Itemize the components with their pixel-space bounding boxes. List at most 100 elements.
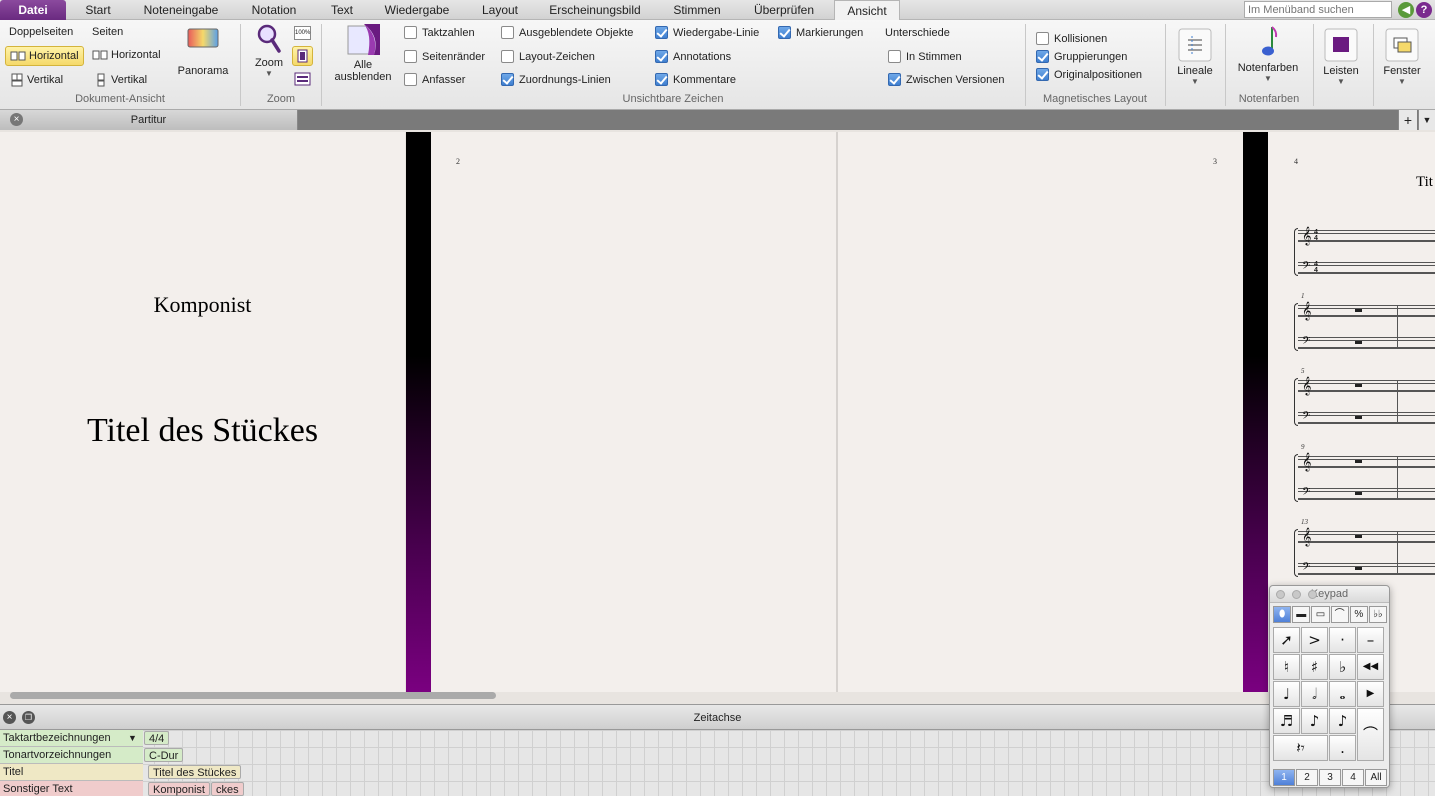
tab-review[interactable]: Überprüfen (744, 0, 824, 20)
close-timeline-icon[interactable]: × (3, 711, 16, 724)
zoom-button[interactable]: Zoom ▼ (250, 24, 288, 78)
keypad-layout-3[interactable]: 3 (1319, 769, 1341, 786)
checkbox-comments[interactable]: Kommentare (655, 73, 736, 86)
fit-page-button[interactable] (292, 46, 313, 66)
timeline-options-icon[interactable]: ❐ (22, 711, 35, 724)
keypad-sharp-icon[interactable]: ♯ (1301, 654, 1328, 680)
checkbox-hidden-objects[interactable]: Ausgeblendete Objekte (501, 26, 633, 39)
keypad-panel[interactable]: Keypad ⬮ ▬ ▭ ⌒ % ♭♭ ➚ > · – ♮ ♯ ♭ ◀◀ ♩ 𝅗… (1269, 585, 1390, 788)
score-system[interactable]: 5 𝄞 𝄢 (1294, 367, 1435, 430)
checkbox-groupings[interactable]: Gruppierungen (1036, 50, 1127, 63)
keypad-tab-ties-icon[interactable]: ⌒ (1330, 606, 1349, 623)
timeline-chip-text-fragment[interactable]: ckes (211, 782, 244, 796)
score-system[interactable]: 13 𝄞 𝄢 (1294, 518, 1435, 581)
keypad-accent-icon[interactable]: > (1301, 627, 1328, 653)
score-system[interactable]: 𝄞 𝄢 44 44 (1294, 228, 1435, 278)
zoom-100-percent-icon[interactable]: 100% (294, 26, 311, 40)
tab-view[interactable]: Ansicht (834, 0, 900, 21)
keypad-tab-notes-icon[interactable]: ⬮ (1273, 606, 1292, 623)
keypad-quarter-note-icon[interactable]: ♩ (1273, 681, 1300, 707)
keypad-staccato-icon[interactable]: · (1329, 627, 1356, 653)
keypad-layout-1[interactable]: 1 (1273, 769, 1295, 786)
timeline-panel[interactable]: Taktartbezeichnungen ▼ Tonartvorzeichnun… (0, 730, 1435, 796)
score-page-3[interactable]: 3 (838, 132, 1243, 692)
checkbox-playback-line[interactable]: Wiedergabe-Linie (655, 26, 759, 39)
tab-playback[interactable]: Wiedergabe (377, 0, 457, 20)
checkbox-annotations[interactable]: Annotations (655, 50, 731, 63)
score-system[interactable]: 9 𝄞 𝄢 (1294, 443, 1435, 506)
checkbox-handles[interactable]: Anfasser (404, 73, 465, 86)
checkbox-collisions[interactable]: Kollisionen (1036, 32, 1107, 45)
keypad-half-note-icon[interactable]: 𝅗𝅥 (1301, 681, 1328, 707)
keypad-titlebar[interactable]: Keypad (1270, 586, 1389, 603)
tab-layout[interactable]: Layout (470, 0, 530, 20)
score-system[interactable]: 1 𝄞 𝄢 (1294, 292, 1435, 355)
document-tab-score[interactable]: × Partitur (0, 110, 298, 130)
composer-text[interactable]: Komponist (0, 292, 405, 318)
panels-button[interactable]: Leisten ▼ (1318, 28, 1364, 86)
keypad-tab-tremolo-icon[interactable]: % (1349, 606, 1368, 623)
checkbox-measure-numbers[interactable]: Taktzahlen (404, 26, 475, 39)
keypad-tab-beams-icon[interactable]: ▭ (1311, 606, 1330, 623)
tab-menu-chevron-down-icon[interactable]: ▼ (1418, 110, 1435, 130)
keypad-tenuto-icon[interactable]: – (1357, 627, 1384, 653)
spreads-horizontal-button[interactable]: Horizontal (5, 46, 84, 66)
horizontal-scrollbar[interactable] (10, 692, 496, 699)
timeline-row-other-text[interactable]: Sonstiger Text (0, 781, 143, 796)
spreads-vertical-button[interactable]: Vertikal (10, 73, 63, 87)
keypad-tab-accidentals-icon[interactable]: ♭♭ (1368, 606, 1388, 623)
score-view[interactable]: Komponist Titel des Stückes 2 3 4 Tit 𝄞 … (0, 130, 1435, 704)
close-tab-icon[interactable]: × (10, 113, 23, 126)
score-page-2[interactable]: 2 (431, 132, 836, 692)
keypad-sixteenth-note-icon[interactable]: ♬ (1273, 708, 1300, 734)
pages-vertical-button[interactable]: Vertikal (94, 73, 147, 87)
minimize-ribbon-icon[interactable]: ◀ (1398, 2, 1414, 18)
keypad-flat-icon[interactable]: ♭ (1329, 654, 1356, 680)
hide-all-button[interactable]: Alle ausblenden (330, 22, 396, 83)
keypad-natural-icon[interactable]: ♮ (1273, 654, 1300, 680)
keypad-rewind-icon[interactable]: ◀◀ (1357, 654, 1384, 680)
tab-notation[interactable]: Notation (240, 0, 308, 20)
keypad-tie-icon[interactable]: ⌒ (1357, 708, 1384, 761)
keypad-eighth-note-icon[interactable]: ♪ (1329, 708, 1356, 734)
keypad-arrow-pointer-icon[interactable]: ➚ (1273, 627, 1300, 653)
note-colors-button[interactable]: Notenfarben ▼ (1230, 23, 1306, 83)
row-collapse-chevron-down-icon[interactable]: ▼ (128, 730, 137, 747)
keypad-layout-all[interactable]: All (1365, 769, 1387, 786)
window-minimize-dot-icon[interactable] (1292, 590, 1301, 599)
tab-text[interactable]: Text (318, 0, 366, 20)
timeline-chip-time-signature[interactable]: 4/4 (144, 731, 170, 745)
score-page-1[interactable]: Komponist Titel des Stückes (0, 132, 405, 692)
tab-file[interactable]: Datei (0, 0, 66, 20)
timeline-chip-key-signature[interactable]: C-Dur (144, 748, 184, 762)
keypad-layout-2[interactable]: 2 (1296, 769, 1318, 786)
keypad-play-icon[interactable]: ▶ (1357, 681, 1384, 707)
help-icon[interactable]: ? (1416, 2, 1432, 18)
score-title-text[interactable]: Titel des Stückes (0, 412, 405, 450)
keypad-tab-accents-icon[interactable]: ▬ (1292, 606, 1311, 623)
window-zoom-dot-icon[interactable] (1308, 590, 1317, 599)
new-tab-plus-icon[interactable]: + (1398, 110, 1417, 130)
window-button[interactable]: Fenster ▼ (1378, 28, 1426, 86)
keypad-whole-note-icon[interactable]: 𝅝 (1329, 681, 1356, 707)
tab-appearance[interactable]: Erscheinungsbild (540, 0, 650, 20)
window-close-dot-icon[interactable] (1276, 590, 1285, 599)
panorama-button[interactable]: Panorama (174, 26, 232, 77)
timeline-row-time-signatures[interactable]: Taktartbezeichnungen ▼ (0, 730, 143, 747)
keypad-dot-icon[interactable]: . (1329, 735, 1356, 761)
checkbox-original-positions[interactable]: Originalpositionen (1036, 68, 1142, 81)
checkbox-page-margins[interactable]: Seitenränder (404, 50, 485, 63)
tab-start[interactable]: Start (72, 0, 124, 20)
timeline-row-title[interactable]: Titel (0, 764, 143, 781)
timeline-chip-composer[interactable]: Komponist (148, 782, 210, 796)
timeline-chip-title[interactable]: Titel des Stückes (148, 765, 242, 779)
tab-note-input[interactable]: Noteneingabe (134, 0, 228, 20)
fit-width-button[interactable] (294, 72, 311, 86)
keypad-rest-icon[interactable]: 𝄽𝄾 (1273, 735, 1328, 761)
timeline-row-key-signatures[interactable]: Tonartvorzeichnungen (0, 747, 143, 764)
tab-parts[interactable]: Stimmen (662, 0, 732, 20)
checkbox-between-versions[interactable]: Zwischen Versionen (888, 73, 1004, 86)
checkbox-in-parts[interactable]: In Stimmen (888, 50, 962, 63)
checkbox-layout-marks[interactable]: Layout-Zeichen (501, 50, 595, 63)
ribbon-search-input[interactable] (1244, 1, 1392, 18)
